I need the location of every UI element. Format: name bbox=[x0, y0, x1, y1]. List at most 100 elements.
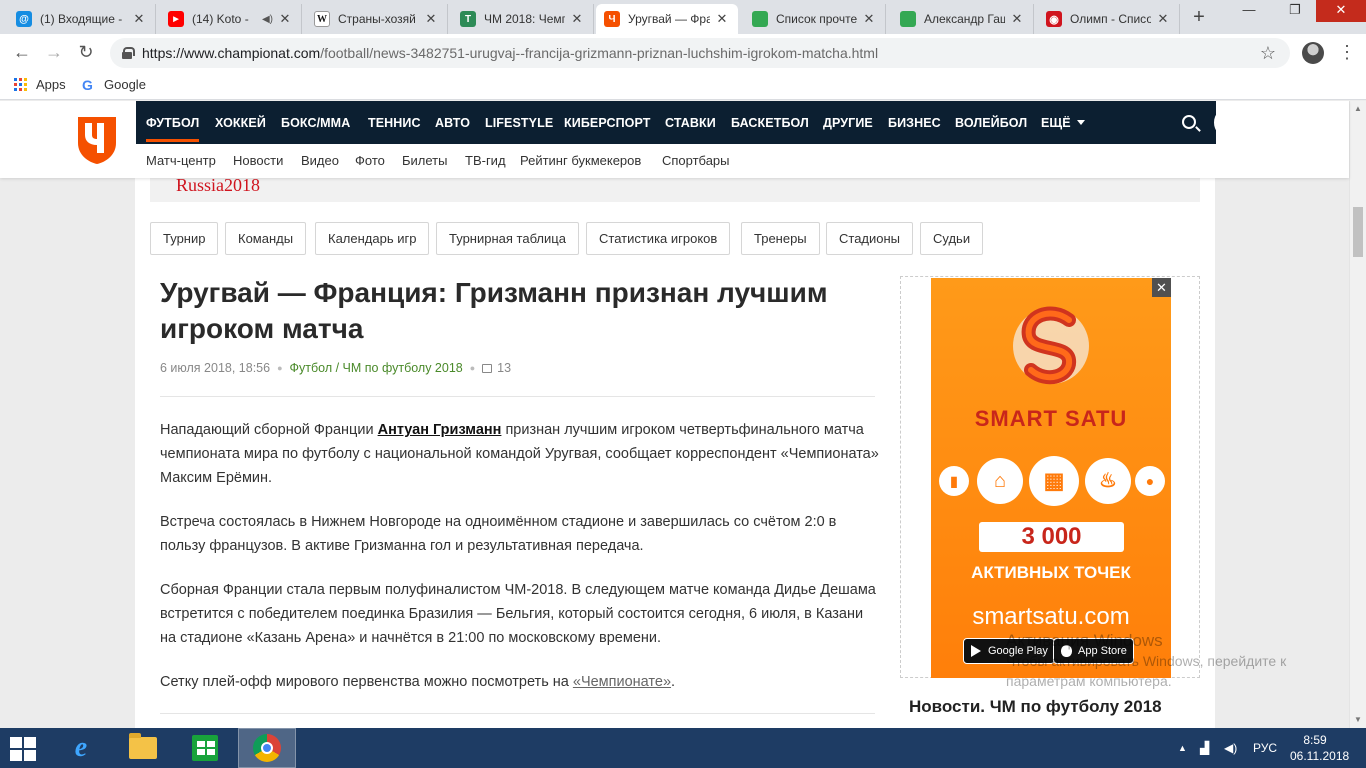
nav-auto[interactable]: АВТО bbox=[435, 116, 470, 130]
tab-championat-active[interactable]: Ч Уругвай — Фра ✕ bbox=[596, 4, 738, 34]
nav-lifestyle[interactable]: LIFESTYLE bbox=[485, 116, 553, 130]
tab-title: Страны-хозяй bbox=[338, 12, 416, 26]
windows-activation-watermark: Активация Windows Чтобы активировать Win… bbox=[1006, 631, 1346, 691]
taskbar-chrome[interactable] bbox=[238, 728, 296, 768]
page-scrollbar[interactable]: ▲ ▼ bbox=[1349, 101, 1366, 728]
new-tab-button[interactable]: + bbox=[1186, 6, 1212, 30]
close-icon[interactable]: ✕ bbox=[277, 11, 293, 27]
nav-more[interactable]: ЕЩЁ bbox=[1041, 116, 1085, 130]
bracket-link[interactable]: «Чемпионате» bbox=[573, 674, 671, 690]
pill-referees[interactable]: Судьи bbox=[920, 222, 984, 255]
minimize-button[interactable]: — bbox=[1226, 0, 1272, 22]
comment-count[interactable]: 13 bbox=[497, 361, 511, 375]
nav-football[interactable]: ФУТБОЛ bbox=[146, 116, 200, 142]
divider bbox=[160, 396, 875, 397]
bookmark-google[interactable]: G Google bbox=[82, 77, 146, 92]
nav-business[interactable]: БИЗНЕС bbox=[888, 116, 941, 130]
scroll-up-arrow-icon[interactable]: ▲ bbox=[1350, 101, 1366, 117]
close-icon[interactable]: ✕ bbox=[714, 11, 730, 27]
taskbar-ie[interactable]: e bbox=[52, 728, 110, 768]
chrome-menu-icon[interactable]: ⋮ bbox=[1338, 42, 1356, 62]
close-icon[interactable]: ✕ bbox=[131, 11, 147, 27]
nav-other[interactable]: ДРУГИЕ bbox=[823, 116, 873, 130]
subnav-photo[interactable]: Фото bbox=[355, 153, 385, 168]
tray-expand-icon[interactable]: ▲ bbox=[1178, 728, 1187, 768]
pill-tournament[interactable]: Турнир bbox=[150, 222, 219, 255]
lock-icon[interactable] bbox=[122, 47, 135, 59]
system-clock[interactable]: 8:59 06.11.2018 bbox=[1290, 732, 1350, 764]
championat-icon: Ч bbox=[604, 11, 620, 27]
article-category[interactable]: Футбол / ЧМ по футболу 2018 bbox=[290, 361, 463, 375]
tab-title: Александр Гаш bbox=[924, 12, 1005, 26]
nav-volleyball[interactable]: ВОЛЕЙБОЛ bbox=[955, 116, 1027, 130]
scroll-down-arrow-icon[interactable]: ▼ bbox=[1350, 712, 1366, 728]
close-window-button[interactable]: ✕ bbox=[1316, 0, 1366, 22]
close-icon[interactable]: ✕ bbox=[569, 11, 585, 27]
subnav-sportbars[interactable]: Спортбары bbox=[662, 153, 730, 168]
comment-icon[interactable] bbox=[482, 363, 493, 373]
championat-logo[interactable] bbox=[76, 113, 118, 165]
nav-tennis[interactable]: ТЕННИС bbox=[368, 116, 421, 130]
article-paragraph-3: Сборная Франции стала первым полуфиналис… bbox=[160, 582, 876, 646]
subnav-bookmakers[interactable]: Рейтинг букмекеров bbox=[520, 153, 641, 168]
volume-icon[interactable]: ◀) bbox=[1224, 728, 1237, 768]
nav-esports[interactable]: КИБЕРСПОРТ bbox=[564, 116, 651, 130]
tab-youtube[interactable]: ▶ (14) Koto - ◀) ✕ bbox=[160, 4, 302, 34]
speaker-icon[interactable]: ◀) bbox=[262, 14, 273, 25]
bookmarks-bar: Apps G Google bbox=[0, 72, 1366, 100]
tab-wikipedia[interactable]: W Страны-хозяй ✕ bbox=[306, 4, 448, 34]
url-text[interactable]: https://www.championat.com/football/news… bbox=[142, 45, 878, 61]
reload-button[interactable]: ↻ bbox=[74, 42, 98, 64]
tab-worldcup[interactable]: T ЧМ 2018: Чемп ✕ bbox=[452, 4, 594, 34]
tab-reading-list[interactable]: Список прочте ✕ bbox=[744, 4, 886, 34]
bookmark-label: Google bbox=[104, 77, 146, 92]
bookmark-star-icon[interactable]: ☆ bbox=[1260, 43, 1276, 64]
back-button[interactable]: ← bbox=[10, 42, 34, 64]
pill-calendar[interactable]: Календарь игр bbox=[315, 222, 430, 255]
nav-boxing[interactable]: БОКС/ММА bbox=[281, 116, 350, 130]
pill-teams[interactable]: Команды bbox=[225, 222, 307, 255]
taskbar-explorer[interactable] bbox=[114, 728, 172, 768]
player-link[interactable]: Антуан Гризманн bbox=[378, 422, 502, 438]
address-bar[interactable]: https://www.championat.com/football/news… bbox=[110, 38, 1290, 68]
sidebar-news-title[interactable]: Новости. ЧМ по футболу 2018 bbox=[909, 697, 1162, 717]
user-icon[interactable] bbox=[1214, 107, 1245, 138]
close-icon[interactable]: ✕ bbox=[1152, 278, 1171, 297]
nav-bets[interactable]: СТАВКИ bbox=[665, 116, 716, 130]
scroll-thumb[interactable] bbox=[1353, 207, 1363, 257]
pill-stadiums[interactable]: Стадионы bbox=[826, 222, 914, 255]
close-icon[interactable]: ✕ bbox=[1009, 11, 1025, 27]
forward-button[interactable]: → bbox=[42, 42, 66, 64]
pill-standings[interactable]: Турнирная таблица bbox=[436, 222, 579, 255]
subnav-news[interactable]: Новости bbox=[233, 153, 283, 168]
close-icon[interactable]: ✕ bbox=[861, 11, 877, 27]
tab-title: Олимп - Списо bbox=[1070, 12, 1151, 26]
language-indicator[interactable]: РУС bbox=[1253, 728, 1277, 768]
subnav-tv-guide[interactable]: ТВ-гид bbox=[465, 153, 506, 168]
subnav-match-center[interactable]: Матч-центр bbox=[146, 153, 216, 168]
clock-date: 06.11.2018 bbox=[1290, 749, 1350, 763]
search-icon[interactable] bbox=[1182, 115, 1196, 129]
start-button[interactable] bbox=[10, 737, 38, 761]
pill-coaches[interactable]: Тренеры bbox=[741, 222, 820, 255]
close-icon[interactable]: ✕ bbox=[423, 11, 439, 27]
subnav-video[interactable]: Видео bbox=[301, 153, 339, 168]
nav-basketball[interactable]: БАСКЕТБОЛ bbox=[731, 116, 809, 130]
bookmark-apps[interactable]: Apps bbox=[14, 77, 66, 92]
profile-avatar[interactable] bbox=[1302, 42, 1324, 64]
nav-hockey[interactable]: ХОККЕЙ bbox=[215, 116, 266, 130]
pill-player-stats[interactable]: Статистика игроков bbox=[586, 222, 731, 255]
ad-icon-row: ▮ ⌂ ▦ ♨ ● bbox=[939, 456, 1165, 506]
tab-inbox[interactable]: @ (1) Входящие - ✕ bbox=[8, 4, 156, 34]
network-icon[interactable]: ▟ bbox=[1200, 728, 1209, 768]
taskbar-store[interactable] bbox=[176, 728, 234, 768]
smartsatu-ad[interactable]: ✕ SMART SATU ▮ ⌂ ▦ ♨ ● 3 000 АКТИВНЫХ ТО… bbox=[931, 278, 1171, 678]
google-icon: G bbox=[82, 76, 93, 93]
subnav-tickets[interactable]: Билеты bbox=[402, 153, 447, 168]
tab-alexander[interactable]: Александр Гаш ✕ bbox=[892, 4, 1034, 34]
tab-olymp[interactable]: ◉ Олимп - Списо ✕ bbox=[1038, 4, 1180, 34]
close-icon[interactable]: ✕ bbox=[1155, 11, 1171, 27]
tab-strip: @ (1) Входящие - ✕ ▶ (14) Koto - ◀) ✕ W … bbox=[0, 0, 1366, 34]
restore-button[interactable]: ❐ bbox=[1272, 0, 1318, 22]
olymp-icon: ◉ bbox=[1046, 11, 1062, 27]
